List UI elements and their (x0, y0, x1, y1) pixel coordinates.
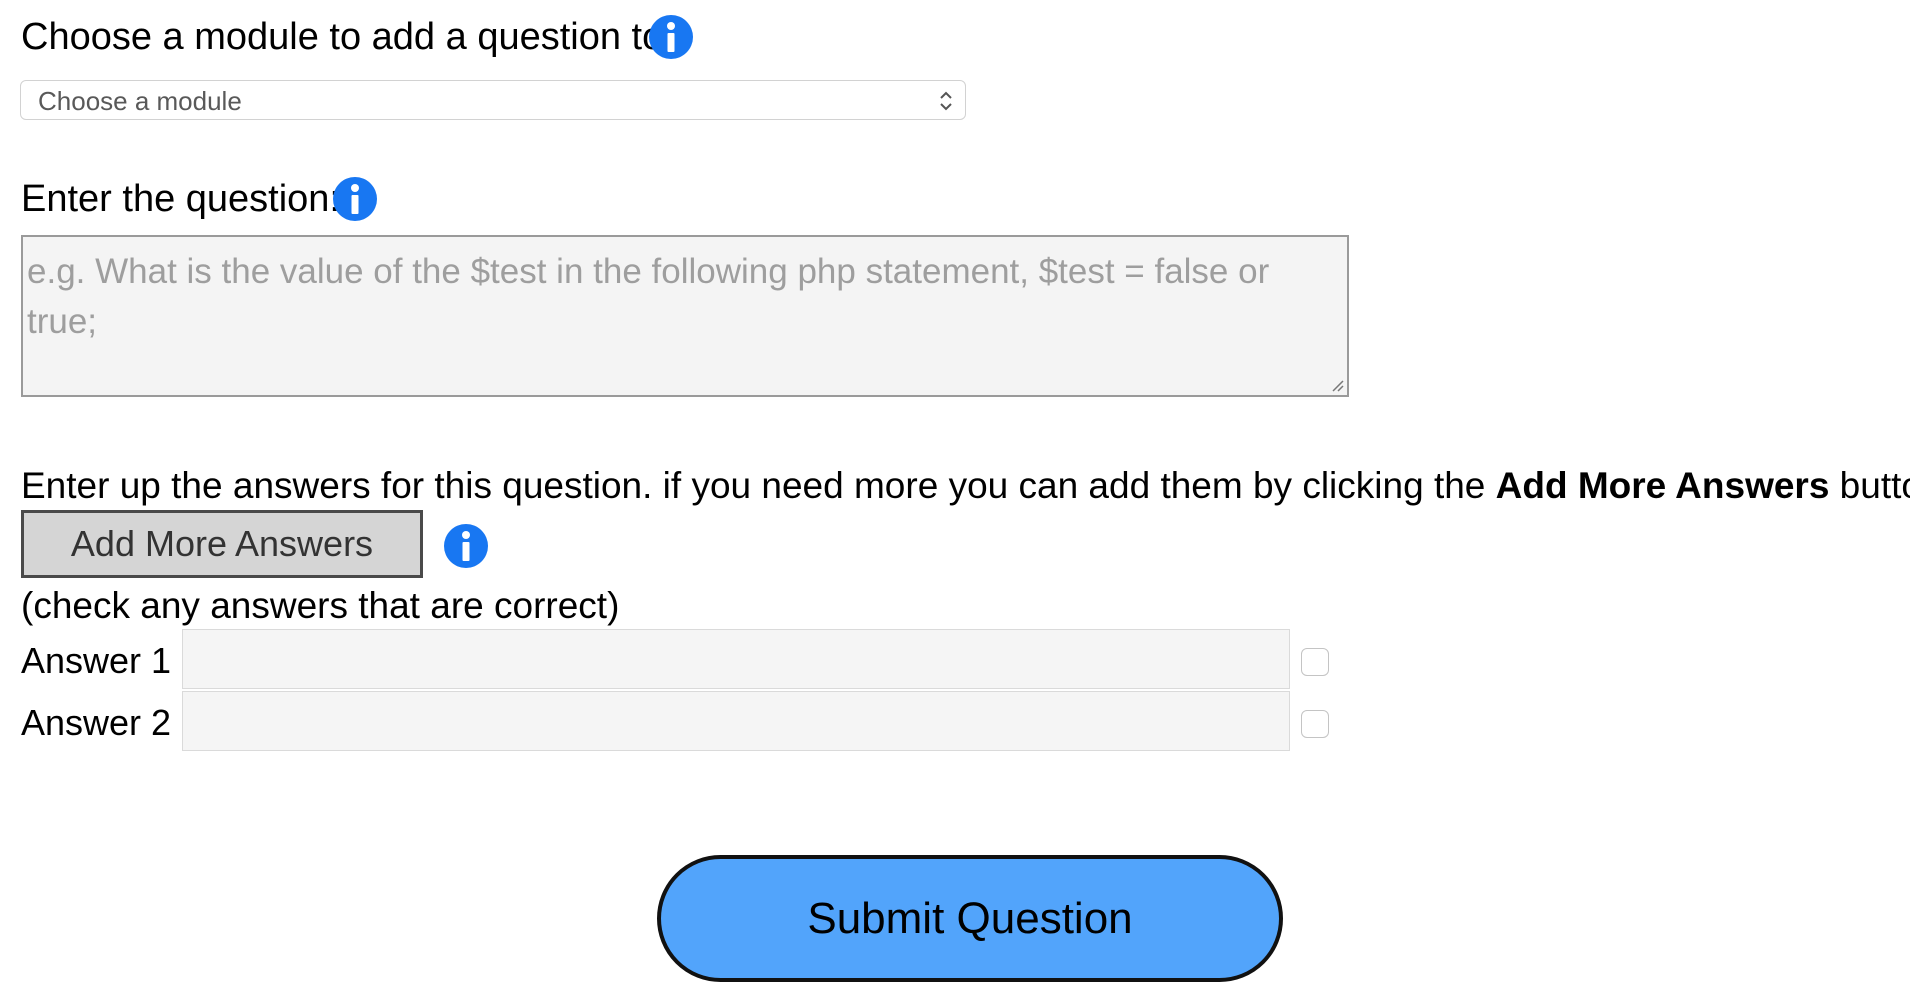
answers-intro-suffix: button (1839, 465, 1910, 506)
answers-intro: Enter up the answers for this question. … (21, 464, 1910, 508)
select-arrows-icon (940, 91, 952, 111)
resize-grip-icon[interactable] (1330, 378, 1344, 392)
info-icon[interactable] (444, 524, 488, 568)
answer-correct-checkbox[interactable] (1301, 710, 1329, 738)
answers-note: (check any answers that are correct) (21, 585, 620, 626)
question-placeholder: e.g. What is the value of the $test in t… (27, 252, 1270, 341)
answer-label: Answer 2 (21, 702, 172, 743)
module-label: Choose a module to add a question to: (21, 16, 674, 58)
answer-input[interactable] (182, 629, 1290, 689)
answer-label: Answer 1 (21, 640, 172, 681)
question-label: Enter the question: (21, 178, 340, 220)
module-select-value: Choose a module (38, 86, 242, 116)
answer-correct-checkbox[interactable] (1301, 648, 1329, 676)
answers-intro-bold: Add More Answers (1495, 465, 1830, 506)
answers-intro-text: Enter up the answers for this question. … (21, 465, 1496, 506)
answer-input[interactable] (182, 691, 1290, 751)
question-textarea[interactable]: e.g. What is the value of the $test in t… (21, 235, 1349, 397)
add-more-answers-button[interactable]: Add More Answers (21, 510, 423, 578)
info-icon[interactable] (649, 15, 693, 59)
module-select[interactable]: Choose a module (20, 80, 966, 120)
info-icon[interactable] (333, 177, 377, 221)
submit-question-button[interactable]: Submit Question (657, 855, 1283, 982)
